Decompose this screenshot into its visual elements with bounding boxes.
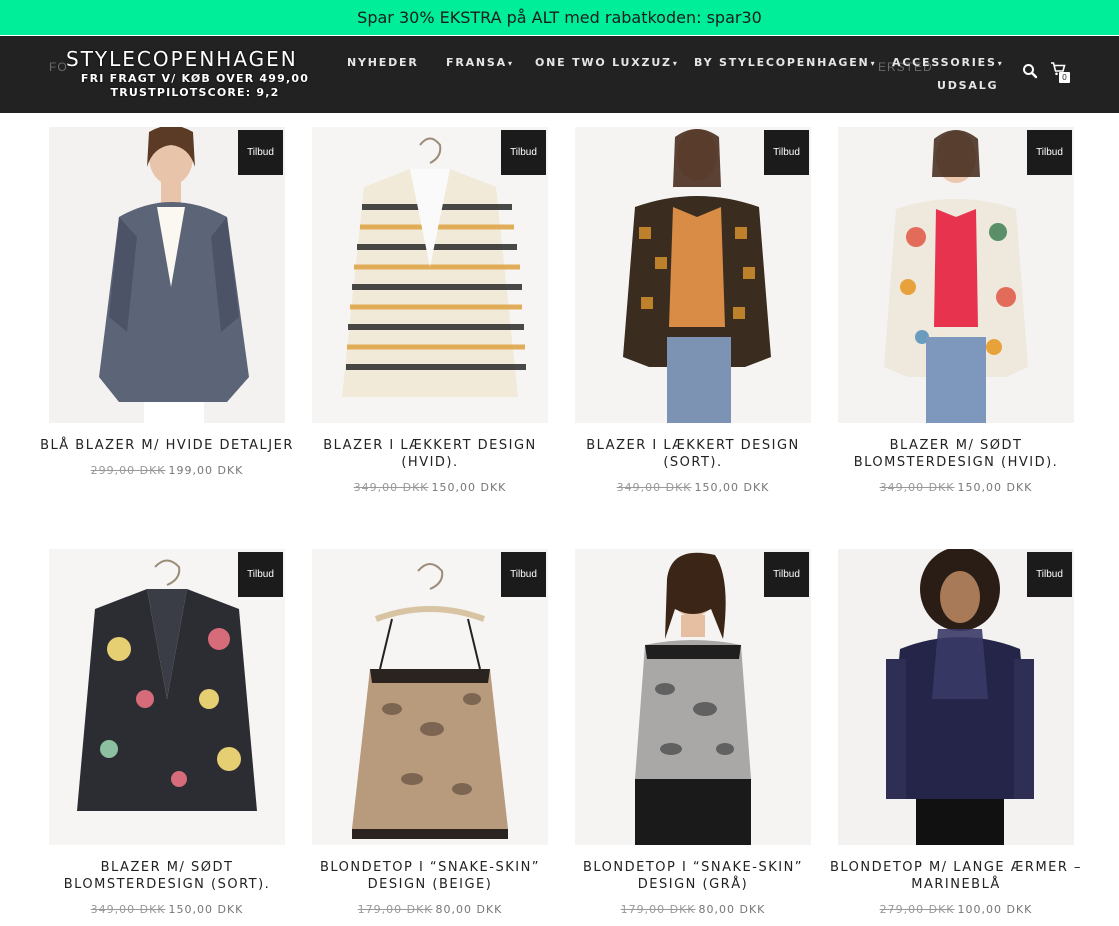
sale-badge: Tilbud xyxy=(238,130,283,175)
menu-by-stylecopenhagen[interactable]: BY STYLECOPENHAGEN▾ xyxy=(694,56,876,69)
product-title[interactable]: BLONDETOP I “SNAKE-SKIN” DESIGN (BEIGE) xyxy=(300,859,560,893)
product-image[interactable]: Tilbud xyxy=(838,549,1074,845)
cart-count-badge: 0 xyxy=(1059,72,1070,83)
sale-price: 80,00 DKK xyxy=(435,903,503,916)
sale-badge: Tilbud xyxy=(764,130,809,175)
product-title[interactable]: BLAZER M/ SØDT BLOMSTERDESIGN (HVID). xyxy=(826,437,1086,471)
sale-badge: Tilbud xyxy=(238,552,283,597)
sale-price: 150,00 DKK xyxy=(168,903,244,916)
caret-down-icon: ▾ xyxy=(997,59,1004,68)
search-button[interactable] xyxy=(1022,63,1038,79)
product-title[interactable]: BLONDETOP M/ LANGE ÆRMER – MARINEBLÅ xyxy=(826,859,1086,893)
promo-text: Spar 30% EKSTRA på ALT med rabatkoden: s… xyxy=(357,8,762,27)
shipping-note: FRI FRAGT V/ KØB OVER 499,00 xyxy=(80,72,310,85)
product-image[interactable]: Tilbud xyxy=(49,549,285,845)
product-image[interactable]: Tilbud xyxy=(838,127,1074,423)
product-image[interactable]: Tilbud xyxy=(312,549,548,845)
product-image[interactable]: Tilbud xyxy=(312,127,548,423)
promo-banner: Spar 30% EKSTRA på ALT med rabatkoden: s… xyxy=(0,0,1119,35)
old-price: 349,00 DKK xyxy=(616,481,692,494)
product-price: 299,00 DKK 199,00 DKK xyxy=(37,464,297,477)
menu-nyheder[interactable]: NYHEDER xyxy=(347,56,419,69)
caret-down-icon: ▾ xyxy=(672,59,679,68)
old-price: 349,00 DKK xyxy=(353,481,429,494)
old-price: 179,00 DKK xyxy=(357,903,433,916)
sale-badge: Tilbud xyxy=(764,552,809,597)
sale-price: 199,00 DKK xyxy=(168,464,244,477)
product-title[interactable]: BLAZER I LÆKKERT DESIGN (HVID). xyxy=(300,437,560,471)
product-image[interactable]: Tilbud xyxy=(575,127,811,423)
brand-logo[interactable]: STYLECOPENHAGEN xyxy=(66,47,298,71)
product-title[interactable]: BLAZER M/ SØDT BLOMSTERDESIGN (SORT). xyxy=(37,859,297,893)
caret-down-icon: ▾ xyxy=(870,59,877,68)
menu-udsalg[interactable]: UDSALG xyxy=(937,79,998,92)
sale-price: 150,00 DKK xyxy=(694,481,770,494)
sale-price: 80,00 DKK xyxy=(698,903,766,916)
search-icon xyxy=(1023,64,1038,79)
old-price: 299,00 DKK xyxy=(90,464,166,477)
old-price: 349,00 DKK xyxy=(879,481,955,494)
product-image[interactable]: Tilbud xyxy=(49,127,285,423)
product-title[interactable]: BLONDETOP I “SNAKE-SKIN” DESIGN (GRÅ) xyxy=(563,859,823,893)
caret-down-icon: ▾ xyxy=(507,59,514,68)
breadcrumb-fragment: FO xyxy=(49,60,68,74)
product-price: 349,00 DKK 150,00 DKK xyxy=(37,903,297,916)
sale-badge: Tilbud xyxy=(1027,552,1072,597)
sale-badge: Tilbud xyxy=(501,130,546,175)
brand-tagline: FRI FRAGT V/ KØB OVER 499,00 TRUSTPILOTS… xyxy=(66,72,324,100)
sale-badge: Tilbud xyxy=(1027,130,1072,175)
sale-price: 100,00 DKK xyxy=(957,903,1033,916)
product-price: 279,00 DKK 100,00 DKK xyxy=(826,903,1086,916)
product-title[interactable]: BLÅ BLAZER M/ HVIDE DETALJER xyxy=(37,437,297,454)
menu-accessories[interactable]: ACCESSORIES▾ xyxy=(892,56,1004,69)
old-price: 179,00 DKK xyxy=(620,903,696,916)
product-price: 179,00 DKK 80,00 DKK xyxy=(300,903,560,916)
product-title[interactable]: BLAZER I LÆKKERT DESIGN (SORT). xyxy=(563,437,823,471)
sale-price: 150,00 DKK xyxy=(957,481,1033,494)
sale-price: 150,00 DKK xyxy=(431,481,507,494)
product-price: 349,00 DKK 150,00 DKK xyxy=(826,481,1086,494)
old-price: 279,00 DKK xyxy=(879,903,955,916)
product-image[interactable]: Tilbud xyxy=(575,549,811,845)
menu-fransa[interactable]: FRANSA▾ xyxy=(446,56,514,69)
product-price: 349,00 DKK 150,00 DKK xyxy=(300,481,560,494)
product-price: 179,00 DKK 80,00 DKK xyxy=(563,903,823,916)
trustpilot-score: TRUSTPILOTSCORE: 9,2 xyxy=(110,86,280,99)
old-price: 349,00 DKK xyxy=(90,903,166,916)
menu-one-two-luxzuz[interactable]: ONE TWO LUXZUZ▾ xyxy=(535,56,679,69)
product-price: 349,00 DKK 150,00 DKK xyxy=(563,481,823,494)
sale-badge: Tilbud xyxy=(501,552,546,597)
